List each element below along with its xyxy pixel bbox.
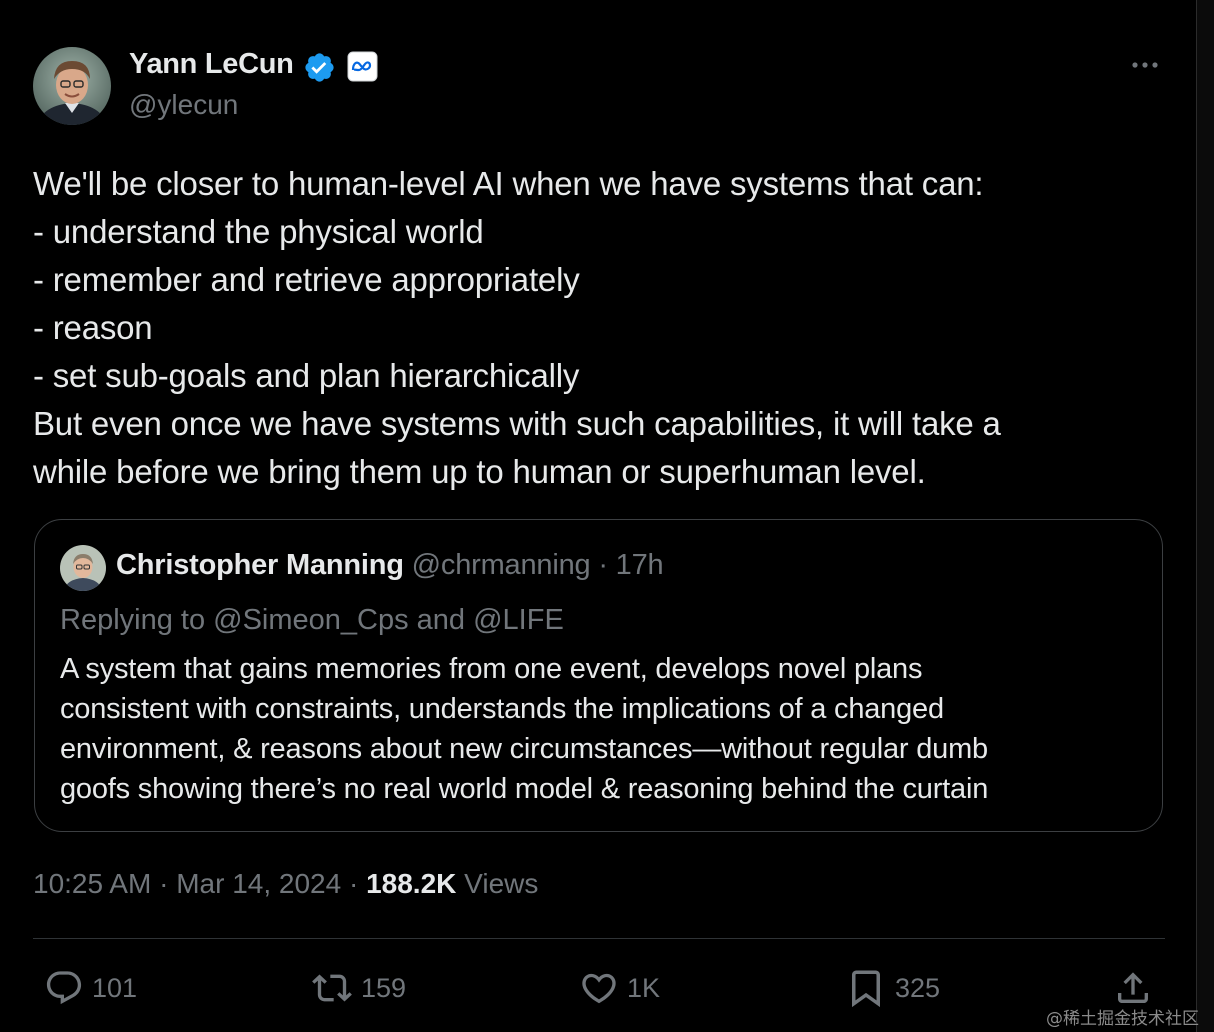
tweet-line: We'll be closer to human-level AI when w… — [33, 165, 984, 202]
quoted-tweet-card[interactable]: Christopher Manning @chrmanning · 17h Re… — [34, 519, 1163, 832]
views-label: Views — [464, 868, 539, 899]
reply-button[interactable]: 101 — [44, 966, 137, 1010]
heart-icon — [579, 968, 619, 1008]
quoted-separator: · — [598, 549, 608, 581]
bookmark-icon — [845, 967, 887, 1009]
author-handle[interactable]: @ylecun — [129, 89, 238, 121]
meta-separator: · — [348, 868, 359, 899]
divider — [33, 938, 1165, 939]
tweet-date[interactable]: Mar 14, 2024 — [176, 868, 341, 899]
quoted-tweet-text: A system that gains memories from one ev… — [60, 649, 988, 809]
tweet-line: But even once we have systems with such … — [33, 405, 1001, 442]
views-count: 188.2K — [366, 868, 457, 899]
watermark: @稀土掘金技术社区 — [1046, 1009, 1199, 1029]
author-avatar[interactable] — [33, 47, 111, 125]
tweet-line: while before we bring them up to human o… — [33, 453, 926, 490]
quoted-line: goofs showing there’s no real world mode… — [60, 773, 989, 805]
quoted-line: environment, & reasons about new circums… — [60, 733, 988, 765]
meta-logo-icon[interactable] — [347, 51, 378, 82]
reply-count: 101 — [92, 972, 138, 1003]
tweet-line: - understand the physical world — [33, 213, 484, 250]
like-count: 1K — [627, 972, 661, 1003]
tweet-line: - set sub-goals and plan hierarchically — [33, 357, 580, 394]
quoted-author-name[interactable]: Christopher Manning — [116, 549, 404, 581]
quoted-header: Christopher Manning @chrmanning · 17h — [116, 549, 664, 582]
meta-separator: · — [159, 868, 169, 899]
tweet-line: - remember and retrieve appropriately — [33, 261, 580, 298]
author-name[interactable]: Yann LeCun — [129, 48, 294, 81]
repost-icon — [311, 968, 353, 1008]
tweet-text: We'll be closer to human-level AI when w… — [33, 160, 1163, 496]
bookmark-count: 325 — [895, 972, 941, 1003]
repost-button[interactable]: 159 — [311, 966, 406, 1010]
reply-icon — [44, 968, 84, 1008]
like-button[interactable]: 1K — [579, 966, 660, 1010]
verified-badge-icon[interactable] — [303, 51, 336, 84]
quoted-author-handle[interactable]: @chrmanning — [412, 549, 591, 581]
quoted-line: A system that gains memories from one ev… — [60, 653, 923, 685]
quoted-timestamp[interactable]: 17h — [616, 549, 664, 581]
share-icon — [1113, 968, 1153, 1008]
bookmark-button[interactable]: 325 — [845, 966, 940, 1010]
quoted-replying-to: Replying to @Simeon_Cps and @LIFE — [60, 604, 564, 636]
quoted-line: consistent with constraints, understands… — [60, 693, 944, 725]
quoted-author-avatar[interactable] — [60, 545, 106, 591]
repost-count: 159 — [361, 972, 407, 1003]
window-edge — [1196, 0, 1214, 1032]
more-horizontal-icon[interactable] — [1127, 50, 1163, 80]
tweet-line: - reason — [33, 309, 153, 346]
tweet-time[interactable]: 10:25 AM — [33, 868, 151, 899]
tweet-meta: 10:25 AM · Mar 14, 2024 · 188.2K Views — [33, 868, 538, 900]
